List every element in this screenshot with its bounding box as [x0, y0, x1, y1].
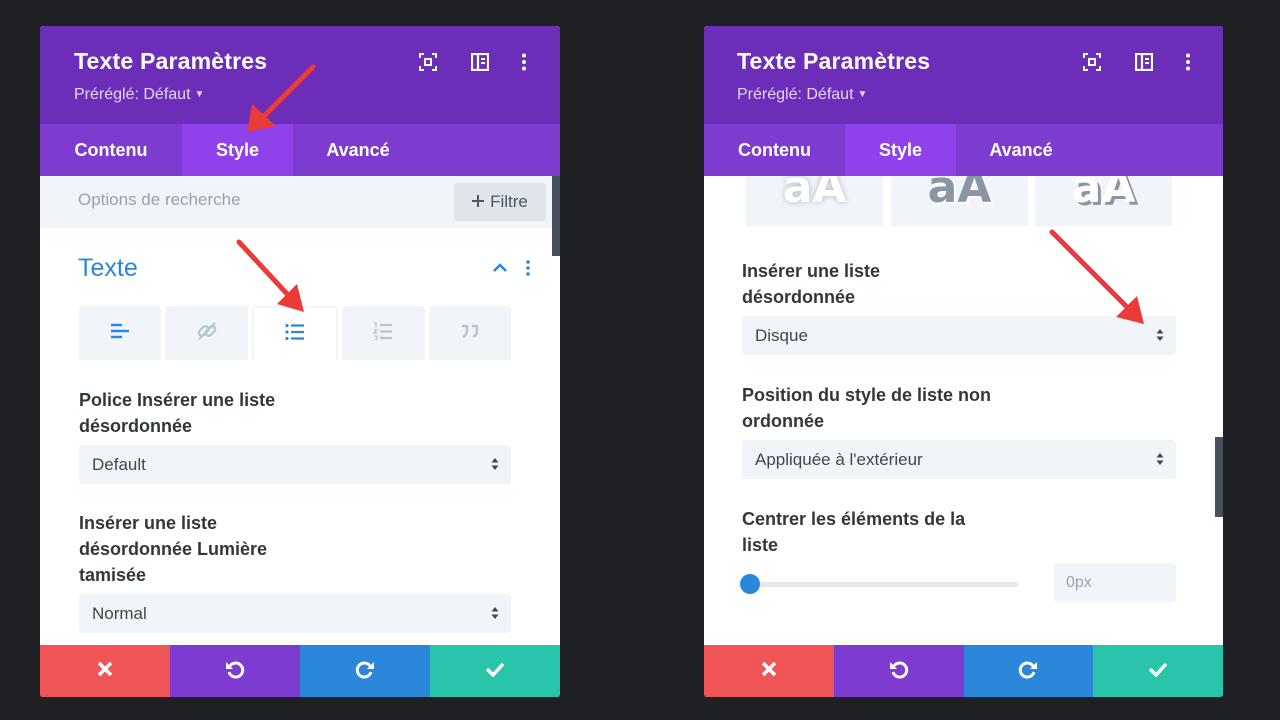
annotation-arrows [236, 64, 1144, 324]
annotation-arrow [236, 239, 304, 312]
annotation-arrow [1049, 229, 1144, 324]
annotation-arrow [247, 64, 316, 132]
